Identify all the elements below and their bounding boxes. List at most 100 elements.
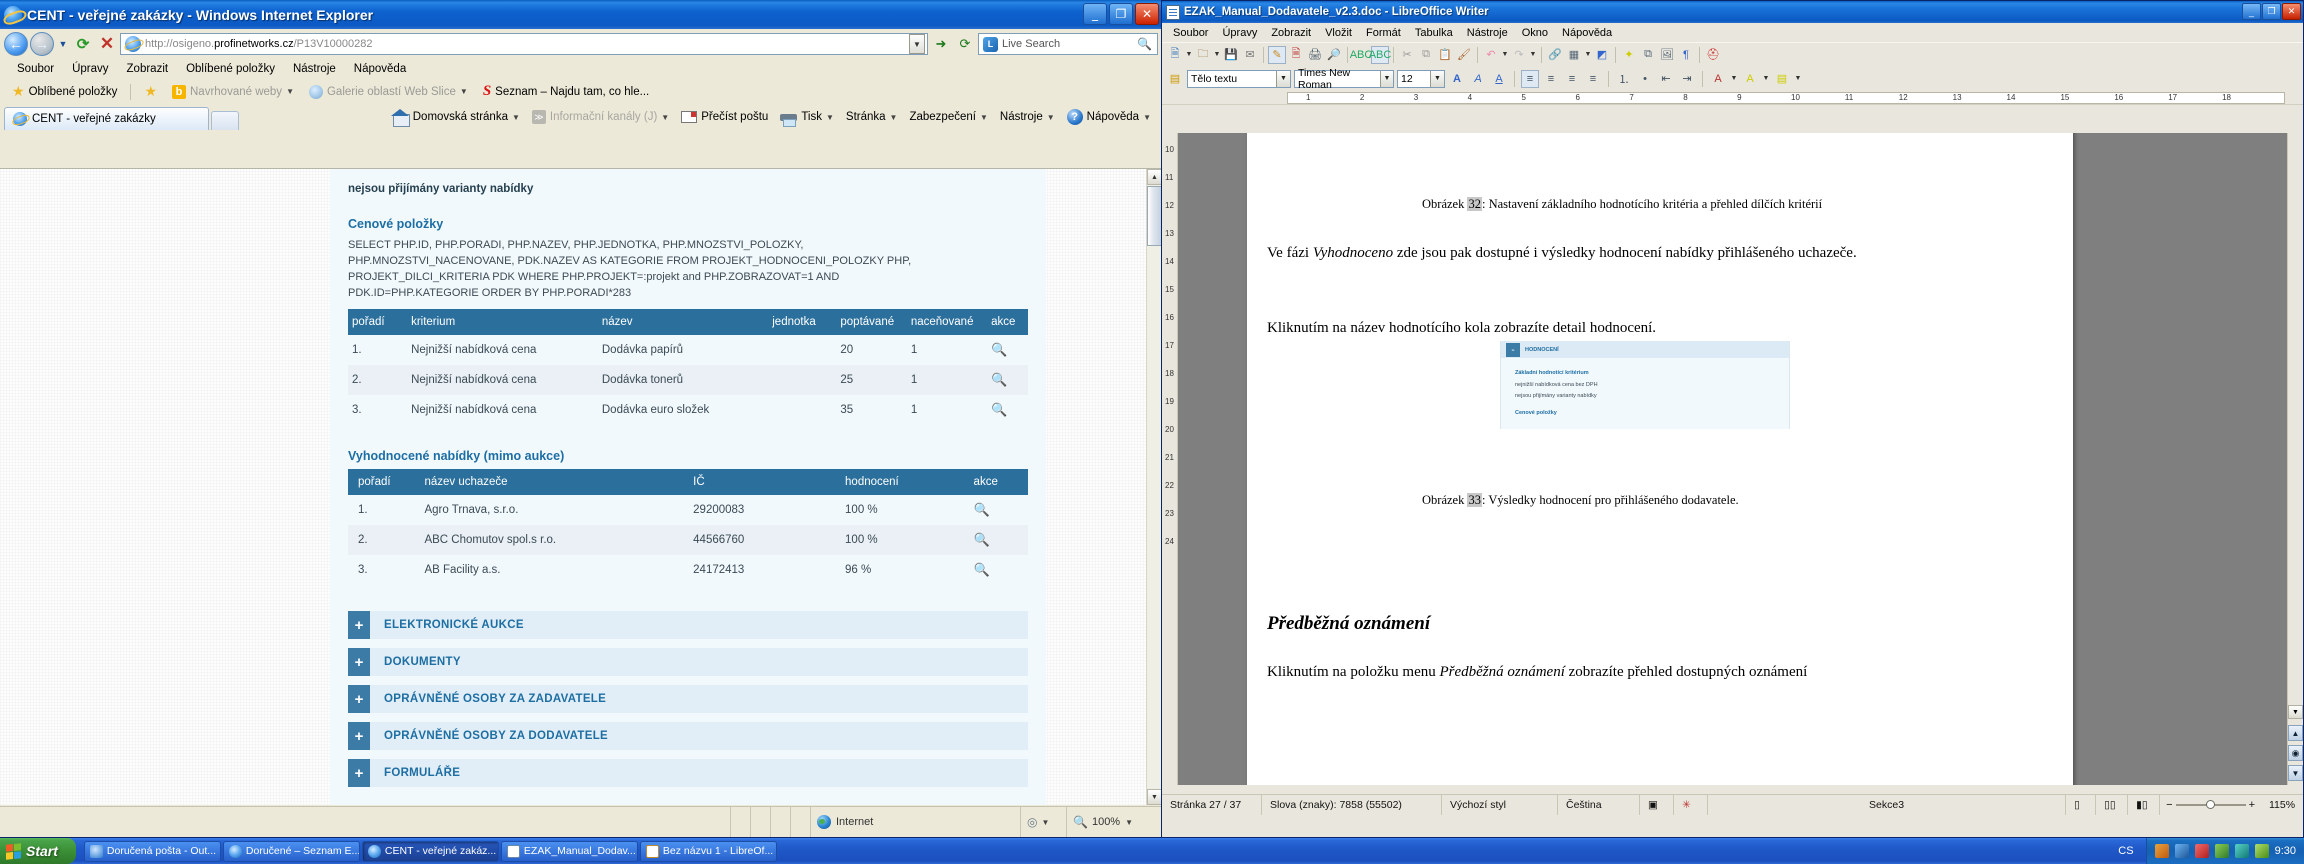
- command-help[interactable]: ? Nápověda ▼: [1062, 107, 1156, 127]
- menu-tabulka[interactable]: Tabulka: [1408, 25, 1460, 41]
- menu-zobrazit[interactable]: Zobrazit: [118, 61, 178, 77]
- row-detail-button[interactable]: 🔍: [969, 525, 1028, 555]
- zoom-control[interactable]: 🔍 100% ▼: [1066, 807, 1162, 837]
- edit-mode-icon[interactable]: ✎: [1268, 45, 1286, 64]
- command-security[interactable]: Zabezpečení ▼: [904, 109, 992, 125]
- chevron-down-icon[interactable]: ▼: [286, 87, 294, 96]
- increase-indent-icon[interactable]: ⇥: [1678, 70, 1696, 88]
- chevron-down-icon[interactable]: ▼: [890, 113, 898, 122]
- zoom-slider[interactable]: − +: [2160, 799, 2261, 811]
- go-icon[interactable]: ➜: [930, 33, 952, 55]
- web-slice-gallery-button[interactable]: Galerie oblastí Web Slice ▼: [303, 84, 474, 100]
- chevron-down-icon[interactable]: ▼: [460, 87, 468, 96]
- insert-special-char-icon[interactable]: ✦: [1620, 46, 1638, 64]
- refresh-icon[interactable]: ⟳: [72, 33, 94, 55]
- row-detail-button[interactable]: 🔍: [987, 365, 1028, 395]
- scrollbar-thumb[interactable]: [1147, 186, 1162, 246]
- taskbar-item-bez-nazvu[interactable]: Bez názvu 1 - LibreOf...: [639, 840, 777, 862]
- accordion-opravnene-osoby-zadavatele[interactable]: + OPRÁVNĚNÉ OSOBY ZA ZADAVATELE: [348, 685, 1028, 713]
- status-changes-icon[interactable]: ✳: [1674, 795, 1708, 815]
- command-feeds[interactable]: ≫ Informační kanály (J) ▼: [527, 108, 674, 126]
- chevron-down-icon[interactable]: ▼: [1380, 70, 1393, 87]
- menu-nastroje[interactable]: Nástroje: [1460, 25, 1515, 41]
- back-button[interactable]: ←: [4, 32, 28, 56]
- decrease-indent-icon[interactable]: ⇤: [1657, 70, 1675, 88]
- new-document-icon[interactable]: 🗎: [1166, 46, 1184, 64]
- menu-nastroje[interactable]: Nástroje: [284, 61, 345, 77]
- formatting-marks-icon[interactable]: ¶: [1677, 46, 1695, 64]
- menu-oblibene-polozky[interactable]: Oblíbené položky: [177, 61, 284, 77]
- command-home[interactable]: Domovská stránka ▼: [387, 108, 525, 127]
- writer-canvas[interactable]: Obrázek 32: Nastavení základního hodnotí…: [1179, 133, 2286, 785]
- menu-zobrazit[interactable]: Zobrazit: [1264, 25, 1318, 41]
- row-detail-button[interactable]: 🔍: [970, 555, 1028, 585]
- zoom-slider-knob[interactable]: [2205, 800, 2215, 809]
- minimize-button[interactable]: _: [2242, 3, 2261, 20]
- export-pdf-icon[interactable]: 🗎: [1287, 46, 1305, 64]
- ordered-list-icon[interactable]: ⒈: [1615, 70, 1633, 88]
- previous-page-button[interactable]: ▲: [2288, 725, 2303, 741]
- spellcheck-icon[interactable]: ABC: [1350, 46, 1373, 64]
- cut-icon[interactable]: ✂: [1398, 46, 1416, 64]
- chevron-down-icon[interactable]: ▼: [1185, 51, 1193, 58]
- scroll-down-button[interactable]: ▼: [2288, 705, 2303, 719]
- close-button[interactable]: ✕: [2282, 3, 2301, 20]
- protected-mode-icon[interactable]: ◎ ▼: [1020, 807, 1066, 837]
- page-vertical-scrollbar[interactable]: ▲ ▼: [1146, 169, 1162, 805]
- new-tab-button[interactable]: [211, 111, 239, 130]
- row-detail-button[interactable]: 🔍: [987, 335, 1028, 365]
- stop-icon[interactable]: ✕: [96, 33, 118, 55]
- chevron-down-icon[interactable]: ▼: [1730, 75, 1738, 82]
- tray-icon-5[interactable]: [2234, 844, 2249, 858]
- writer-horizontal-scrollbar[interactable]: [1162, 822, 2303, 837]
- language-indicator[interactable]: CS: [2118, 845, 2133, 857]
- align-left-icon[interactable]: ≡: [1521, 69, 1539, 88]
- start-button[interactable]: Start: [0, 838, 76, 864]
- show-draw-functions-icon[interactable]: ◩: [1593, 46, 1611, 64]
- next-page-button[interactable]: ▼: [2288, 765, 2303, 781]
- autospellcheck-icon[interactable]: ABC: [1369, 45, 1391, 64]
- chevron-down-icon[interactable]: ▼: [1047, 113, 1055, 122]
- restore-button[interactable]: ❐: [2262, 3, 2281, 20]
- align-center-icon[interactable]: ≡: [1542, 70, 1560, 88]
- chevron-down-icon[interactable]: ▼: [661, 113, 669, 122]
- tray-icon-1[interactable]: [2154, 844, 2169, 858]
- command-read-mail[interactable]: Přečíst poštu: [676, 109, 773, 125]
- maximize-button[interactable]: ❐: [1109, 3, 1133, 25]
- align-justified-icon[interactable]: ≡: [1584, 70, 1602, 88]
- search-input[interactable]: L Live Search 🔍: [978, 33, 1158, 55]
- paragraph-style-select[interactable]: Tělo textu ▼: [1187, 69, 1291, 88]
- chevron-down-icon[interactable]: ▼: [1143, 113, 1151, 122]
- email-icon[interactable]: ✉: [1241, 46, 1259, 64]
- tray-icon-2[interactable]: [2174, 844, 2189, 858]
- view-single-page-icon[interactable]: ▯: [2066, 795, 2097, 815]
- recent-pages-chevron-down-icon[interactable]: ▼: [56, 39, 70, 49]
- add-to-favorites-button[interactable]: ★: [138, 82, 163, 101]
- tray-icon-3[interactable]: [2194, 844, 2209, 858]
- highlight-color-icon[interactable]: A: [1741, 70, 1759, 88]
- clone-formatting-icon[interactable]: 🖌: [1455, 46, 1473, 64]
- underline-icon[interactable]: A: [1490, 70, 1508, 88]
- open-icon[interactable]: 🗀: [1194, 46, 1212, 64]
- chevron-down-icon[interactable]: ▼: [826, 113, 834, 122]
- chevron-down-icon[interactable]: ▼: [1213, 51, 1221, 58]
- suggested-sites-button[interactable]: b Navrhované weby ▼: [166, 84, 300, 100]
- chevron-down-icon[interactable]: ▼: [1762, 75, 1770, 82]
- search-icon[interactable]: 🔍: [1137, 37, 1155, 51]
- view-book-icon[interactable]: ▮▯: [2128, 795, 2161, 815]
- paste-icon[interactable]: 📋: [1436, 46, 1454, 64]
- redo-icon[interactable]: ↷: [1510, 46, 1528, 64]
- chevron-down-icon[interactable]: ▼: [1584, 51, 1592, 58]
- font-name-select[interactable]: Times New Roman ▼: [1294, 67, 1394, 91]
- insert-table-icon[interactable]: ▦: [1565, 46, 1583, 64]
- save-icon[interactable]: 💾: [1222, 46, 1240, 64]
- copy-icon[interactable]: ⧉: [1417, 46, 1435, 64]
- taskbar-item-ezak-manual[interactable]: EZAK_Manual_Dodav...: [500, 840, 638, 862]
- menu-format[interactable]: Formát: [1359, 25, 1408, 41]
- print-preview-icon[interactable]: 🔎: [1325, 46, 1343, 64]
- accordion-dokumenty[interactable]: + DOKUMENTY: [348, 648, 1028, 676]
- command-tools[interactable]: Nástroje ▼: [995, 109, 1060, 125]
- undo-icon[interactable]: ↶: [1482, 46, 1500, 64]
- insert-frame-icon[interactable]: ⧉: [1639, 46, 1657, 64]
- menu-okno[interactable]: Okno: [1515, 25, 1555, 41]
